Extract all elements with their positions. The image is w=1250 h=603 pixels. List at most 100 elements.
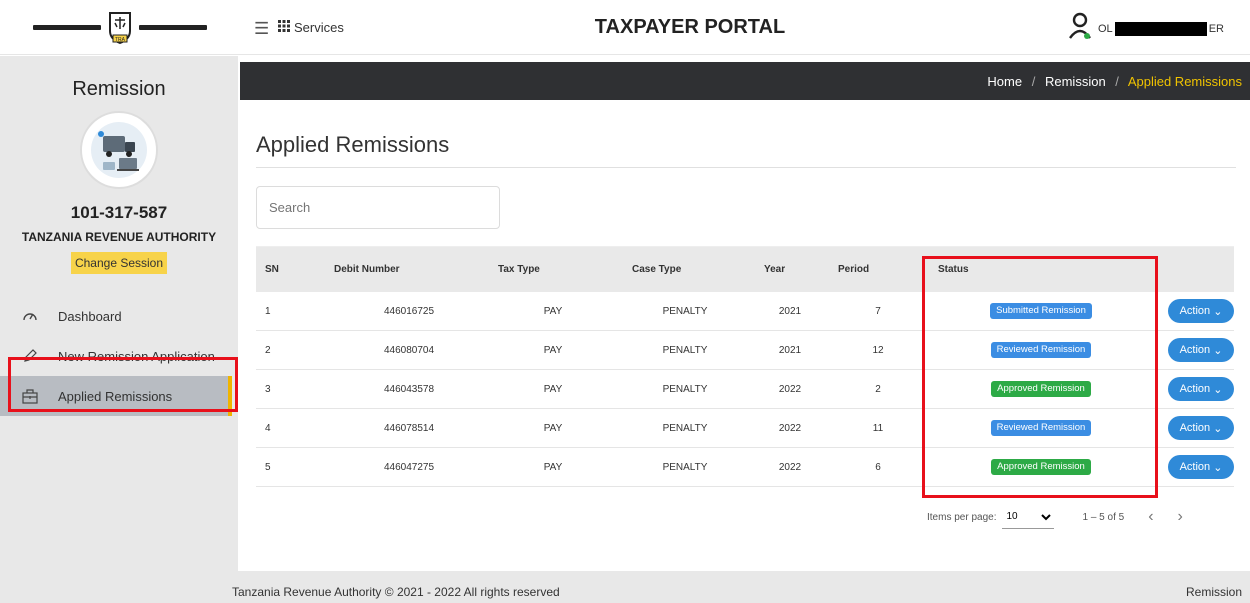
action-button[interactable]: Action ⌄ [1168, 299, 1234, 323]
chevron-down-icon: ⌄ [1213, 422, 1223, 435]
user-name-suffix: ER [1208, 22, 1224, 35]
column-header-case-type: Case Type [632, 264, 682, 275]
cell-year: 2022 [778, 383, 802, 395]
organization-name: TANZANIA REVENUE AUTHORITY [21, 230, 217, 244]
action-button[interactable]: Action ⌄ [1168, 338, 1234, 362]
truck-laptop-icon [91, 122, 147, 178]
logo-stripe-left [33, 25, 101, 30]
page-title: Applied Remissions [256, 132, 450, 157]
cell-debit-number: 446047275 [383, 461, 435, 473]
cell-tax-type: PAY [543, 344, 563, 356]
highlight-box-status [922, 256, 1158, 498]
svg-text:TRA: TRA [115, 37, 126, 43]
cell-period: 11 [872, 422, 884, 434]
footer-copyright: Tanzania Revenue Authority © 2021 - 2022… [232, 585, 560, 599]
cell-case-type: PENALTY [662, 383, 708, 395]
action-label: Action [1179, 305, 1211, 317]
column-header-tax-type: Tax Type [498, 264, 540, 275]
cell-tax-type: PAY [543, 461, 563, 473]
footer: Tanzania Revenue Authority © 2021 - 2022… [232, 571, 1250, 603]
cell-sn: 5 [265, 461, 271, 473]
sidebar: Remission 101-317-587 TANZANIA REVENUE A… [0, 56, 238, 603]
search-input[interactable] [256, 186, 500, 229]
sidebar-item-dashboard[interactable]: Dashboard [0, 296, 238, 336]
cell-year: 2021 [778, 305, 802, 317]
column-header-sn: SN [265, 264, 279, 275]
top-bar: TRA ☰ Services TAXPAYER PORTAL OL ER [0, 0, 1250, 55]
action-label: Action [1179, 422, 1211, 434]
title-divider [256, 167, 1236, 168]
items-per-page-select[interactable]: 10 [1002, 505, 1055, 529]
cell-tax-type: PAY [543, 383, 563, 395]
cell-debit-number: 446080704 [383, 344, 435, 356]
menu-toggle-icon[interactable]: ☰ [254, 19, 269, 39]
action-button[interactable]: Action ⌄ [1168, 455, 1234, 479]
breadcrumb-separator: / [1115, 74, 1119, 89]
column-header-period: Period [838, 264, 870, 275]
breadcrumb: Home / Remission / Applied Remissions [987, 74, 1242, 89]
cell-sn: 3 [265, 383, 271, 395]
user-name: OL ER [1098, 21, 1224, 36]
taxpayer-tin: 101-317-587 [70, 203, 168, 222]
cell-debit-number: 446043578 [383, 383, 435, 395]
cell-case-type: PENALTY [662, 422, 708, 434]
services-menu[interactable]: Services [278, 20, 344, 35]
sidebar-title: Remission [72, 78, 166, 100]
emblem-icon: TRA [105, 11, 135, 45]
chevron-down-icon: ⌄ [1213, 461, 1223, 474]
cell-case-type: PENALTY [662, 305, 708, 317]
cell-tax-type: PAY [543, 422, 563, 434]
cell-sn: 1 [265, 305, 271, 317]
breadcrumb-remission[interactable]: Remission [1045, 74, 1106, 89]
chevron-down-icon: ⌄ [1213, 305, 1223, 318]
next-page-icon[interactable]: › [1178, 508, 1183, 526]
cell-period: 2 [875, 383, 881, 395]
user-name-prefix: OL [1098, 22, 1113, 35]
highlight-box-sidebar [8, 357, 238, 412]
action-label: Action [1179, 383, 1211, 395]
chevron-down-icon: ⌄ [1213, 383, 1223, 396]
cell-action: Action ⌄ [1156, 299, 1234, 323]
breadcrumb-bar: Home / Remission / Applied Remissions [240, 62, 1250, 100]
items-per-page-label: Items per page: [927, 511, 997, 523]
column-header-year: Year [764, 264, 786, 275]
cell-case-type: PENALTY [662, 344, 708, 356]
services-label: Services [294, 20, 344, 35]
column-header-debit-number: Debit Number [334, 264, 400, 275]
footer-module: Remission [1185, 585, 1242, 599]
cell-sn: 4 [265, 422, 271, 434]
chevron-down-icon: ⌄ [1213, 344, 1223, 357]
cell-year: 2021 [778, 344, 802, 356]
logo-stripe-right [139, 25, 207, 30]
apps-grid-icon [278, 20, 290, 35]
portal-title: TAXPAYER PORTAL [594, 16, 786, 38]
action-button[interactable]: Action ⌄ [1168, 416, 1234, 440]
cell-period: 12 [872, 344, 884, 356]
avatar [80, 111, 158, 189]
cell-period: 7 [875, 305, 881, 317]
user-menu[interactable]: OL ER [1068, 12, 1224, 45]
cell-year: 2022 [778, 461, 802, 473]
user-icon [1068, 12, 1092, 45]
change-session-button[interactable]: Change Session [71, 252, 167, 274]
breadcrumb-home[interactable]: Home [987, 74, 1022, 89]
action-button[interactable]: Action ⌄ [1168, 377, 1234, 401]
cell-action: Action ⌄ [1156, 455, 1234, 479]
sidebar-item-label: Dashboard [58, 308, 122, 324]
redacted-name-bar [1114, 21, 1207, 36]
page-range: 1 – 5 of 5 [1082, 511, 1125, 523]
cell-action: Action ⌄ [1156, 338, 1234, 362]
tra-logo[interactable]: TRA [0, 0, 240, 55]
cell-tax-type: PAY [543, 305, 563, 317]
previous-page-icon[interactable]: ‹ [1148, 508, 1153, 526]
cell-case-type: PENALTY [662, 461, 708, 473]
cell-period: 6 [875, 461, 881, 473]
cell-sn: 2 [265, 344, 271, 356]
cell-action: Action ⌄ [1156, 377, 1234, 401]
cell-action: Action ⌄ [1156, 416, 1234, 440]
action-label: Action [1179, 344, 1211, 356]
breadcrumb-current: Applied Remissions [1127, 74, 1242, 89]
action-label: Action [1179, 461, 1211, 473]
gauge-icon [22, 309, 44, 323]
breadcrumb-separator: / [1031, 74, 1036, 89]
